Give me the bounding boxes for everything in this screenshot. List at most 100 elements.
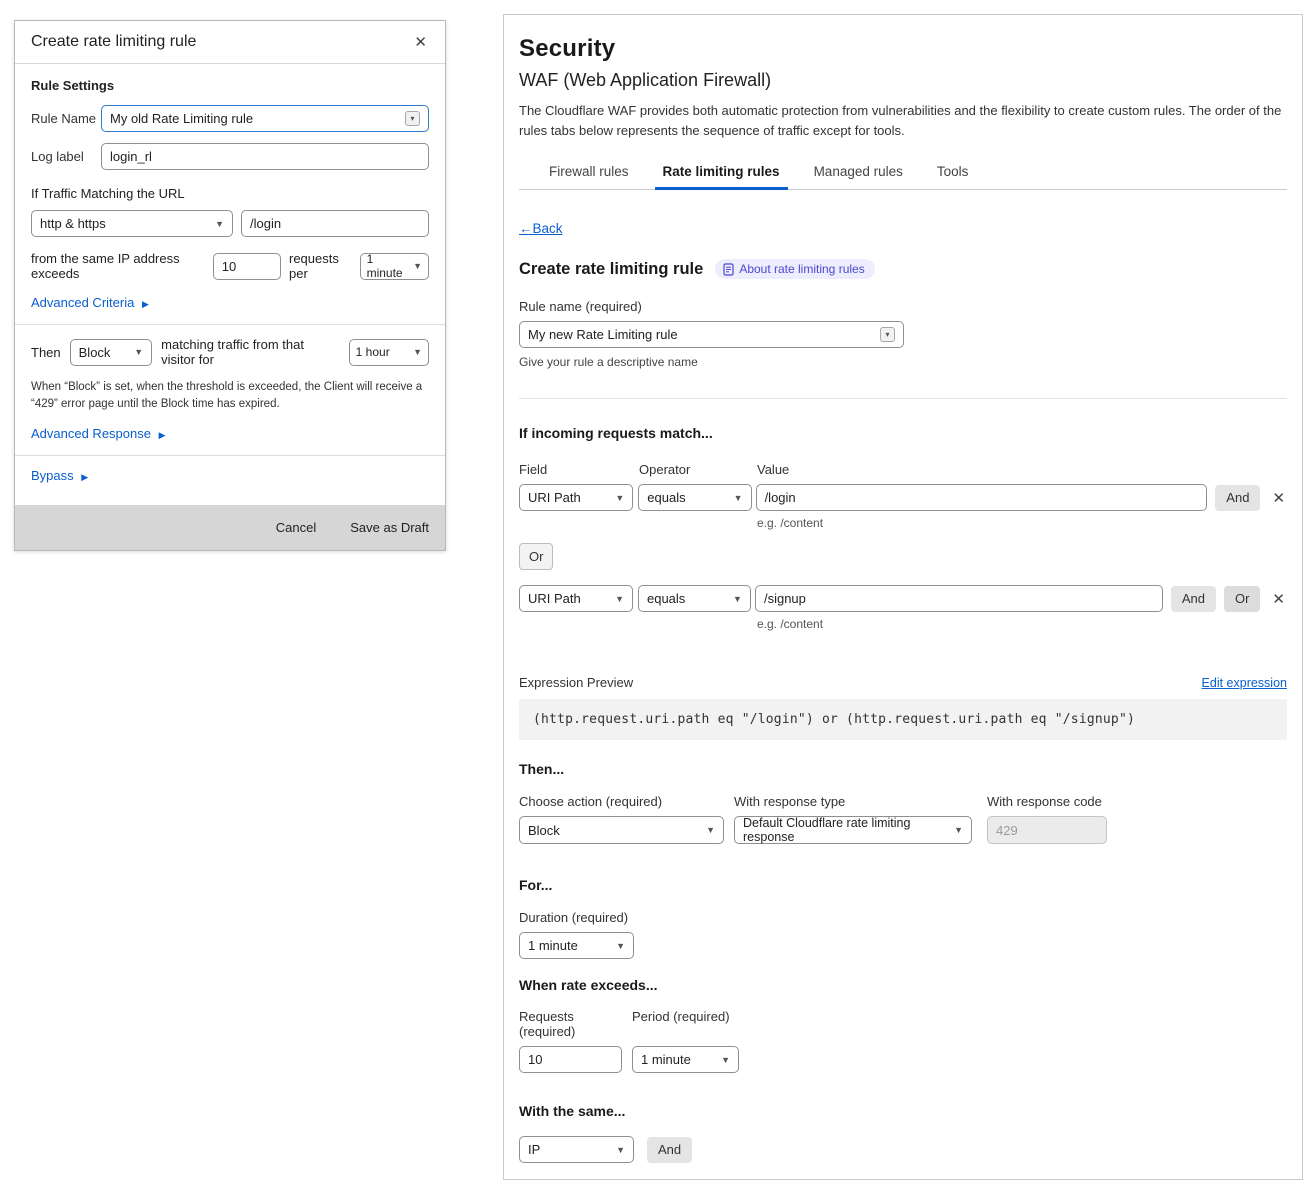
rule-name-helper: Give your rule a descriptive name xyxy=(519,355,1287,369)
chevron-down-icon: ▼ xyxy=(413,261,422,271)
field-value: URI Path xyxy=(528,490,581,505)
choose-action-label: Choose action (required) xyxy=(519,794,734,809)
requests-label: Requests (required) xyxy=(519,1009,632,1039)
expand-arrow-icon: ▶ xyxy=(81,472,88,482)
and-button[interactable]: And xyxy=(1215,485,1260,511)
edit-expression-link[interactable]: Edit expression xyxy=(1202,676,1287,690)
for-section-title: For... xyxy=(519,877,1287,893)
characteristic-select[interactable]: IP ▼ xyxy=(519,1136,634,1163)
bypass-link[interactable]: Bypass ▶ xyxy=(31,468,88,483)
field-select[interactable]: URI Path ▼ xyxy=(519,484,633,511)
rule-name-label: Rule name (required) xyxy=(519,299,1287,314)
divider xyxy=(519,398,1287,399)
traffic-match-label: If Traffic Matching the URL xyxy=(31,186,429,201)
or-connector-button[interactable]: Or xyxy=(519,543,553,570)
form-title: Create rate limiting rule xyxy=(519,260,703,279)
chevron-down-icon: ▼ xyxy=(215,219,224,229)
then-controls: Block ▼ Default Cloudflare rate limiting… xyxy=(519,816,1287,844)
remove-condition-icon[interactable]: ✕ xyxy=(1270,489,1287,507)
divider xyxy=(15,455,445,456)
period-value: 1 minute xyxy=(641,1052,691,1067)
threshold-middle: requests per xyxy=(289,251,352,281)
remove-condition-icon[interactable]: ✕ xyxy=(1270,590,1287,608)
field-select[interactable]: URI Path ▼ xyxy=(519,585,633,612)
period-select[interactable]: 1 minute ▼ xyxy=(632,1046,739,1073)
rate-labels: Requests (required) Period (required) xyxy=(519,1009,1287,1039)
advanced-response-label: Advanced Response xyxy=(31,426,151,441)
modal-header: Create rate limiting rule ✕ xyxy=(15,21,445,64)
requests-input[interactable]: 10 xyxy=(519,1046,622,1073)
same-section-title: With the same... xyxy=(519,1103,1287,1119)
tab-managed-rules[interactable]: Managed rules xyxy=(812,158,905,189)
then-section-title: Then... xyxy=(519,761,1287,777)
operator-select[interactable]: equals ▼ xyxy=(638,484,751,511)
rule-settings-heading: Rule Settings xyxy=(31,78,429,93)
response-type-value: Default Cloudflare rate limiting respons… xyxy=(743,816,950,844)
form-title-row: Create rate limiting rule About rate lim… xyxy=(519,259,1287,279)
back-label: Back xyxy=(533,221,563,236)
close-icon[interactable]: ✕ xyxy=(412,33,429,51)
url-input[interactable]: /login xyxy=(241,210,429,237)
action-value: Block xyxy=(528,823,560,838)
about-rate-limiting-badge[interactable]: About rate limiting rules xyxy=(715,259,874,279)
threshold-input[interactable]: 10 xyxy=(213,253,281,280)
value-text: /signup xyxy=(764,591,806,606)
threshold-row: from the same IP address exceeds 10 requ… xyxy=(31,251,429,281)
and-button[interactable]: And xyxy=(1171,586,1216,612)
match-section-title: If incoming requests match... xyxy=(519,425,1287,441)
save-as-draft-button[interactable]: Save as Draft xyxy=(350,520,429,535)
response-type-select[interactable]: Default Cloudflare rate limiting respons… xyxy=(734,816,972,844)
expand-arrow-icon: ▶ xyxy=(142,299,149,309)
chevron-down-icon: ▼ xyxy=(721,1055,730,1065)
then-row: Then Block ▼ matching traffic from that … xyxy=(31,337,429,367)
tab-tools[interactable]: Tools xyxy=(935,158,971,189)
page-description: The Cloudflare WAF provides both automat… xyxy=(519,101,1287,140)
chevron-down-icon: ▼ xyxy=(616,941,625,951)
duration-select[interactable]: 1 minute ▼ xyxy=(519,932,634,959)
divider xyxy=(15,324,445,325)
operator-select[interactable]: equals ▼ xyxy=(638,585,751,612)
chevron-down-icon: ▼ xyxy=(134,347,143,357)
bypass-row: Bypass ▶ xyxy=(31,468,429,483)
back-link[interactable]: ←Back xyxy=(519,221,563,236)
action-select[interactable]: Block ▼ xyxy=(519,816,724,844)
expression-preview-label: Expression Preview xyxy=(519,675,633,690)
log-label-input[interactable]: login_rl xyxy=(101,143,429,170)
tab-rate-limiting-rules[interactable]: Rate limiting rules xyxy=(661,158,782,189)
expand-arrow-icon: ▶ xyxy=(159,430,166,440)
rule-name-value: My old Rate Limiting rule xyxy=(110,111,253,126)
url-value: /login xyxy=(250,216,281,231)
or-button[interactable]: Or xyxy=(1224,586,1260,612)
same-controls: IP ▼ And xyxy=(519,1136,1287,1163)
scheme-select[interactable]: http & https ▼ xyxy=(31,210,233,237)
advanced-criteria-row: Advanced Criteria ▶ xyxy=(31,295,429,310)
ban-duration-select[interactable]: 1 hour ▼ xyxy=(349,339,429,366)
value-input[interactable]: /signup xyxy=(755,585,1163,612)
security-waf-panel: Security WAF (Web Application Firewall) … xyxy=(503,14,1303,1180)
page-subtitle: WAF (Web Application Firewall) xyxy=(519,70,1287,91)
tab-firewall-rules[interactable]: Firewall rules xyxy=(547,158,631,189)
rule-name-value: My new Rate Limiting rule xyxy=(528,327,678,342)
period-select[interactable]: 1 minute ▼ xyxy=(360,253,429,280)
value-example-helper: e.g. /content xyxy=(757,516,1287,530)
chevron-down-icon: ▼ xyxy=(733,594,742,604)
field-value: URI Path xyxy=(528,591,581,606)
log-label-label: Log label xyxy=(31,149,101,164)
about-badge-label: About rate limiting rules xyxy=(739,262,864,276)
action-value: Block xyxy=(79,345,111,360)
rule-name-input[interactable]: My new Rate Limiting rule ▾ xyxy=(519,321,904,348)
chevron-down-icon: ▼ xyxy=(615,594,624,604)
rule-name-input[interactable]: My old Rate Limiting rule ▾ xyxy=(101,105,429,132)
autofill-icon[interactable]: ▾ xyxy=(405,111,420,126)
action-select[interactable]: Block ▼ xyxy=(70,339,153,366)
autofill-icon[interactable]: ▾ xyxy=(880,327,895,342)
duration-value: 1 minute xyxy=(528,938,578,953)
value-input[interactable]: /login xyxy=(756,484,1208,511)
response-type-label: With response type xyxy=(734,794,987,809)
modal-footer: Cancel Save as Draft xyxy=(15,505,445,550)
advanced-response-link[interactable]: Advanced Response ▶ xyxy=(31,426,166,441)
then-middle-text: matching traffic from that visitor for xyxy=(161,337,340,367)
advanced-criteria-link[interactable]: Advanced Criteria ▶ xyxy=(31,295,149,310)
cancel-button[interactable]: Cancel xyxy=(276,520,316,535)
add-characteristic-and-button[interactable]: And xyxy=(647,1137,692,1163)
